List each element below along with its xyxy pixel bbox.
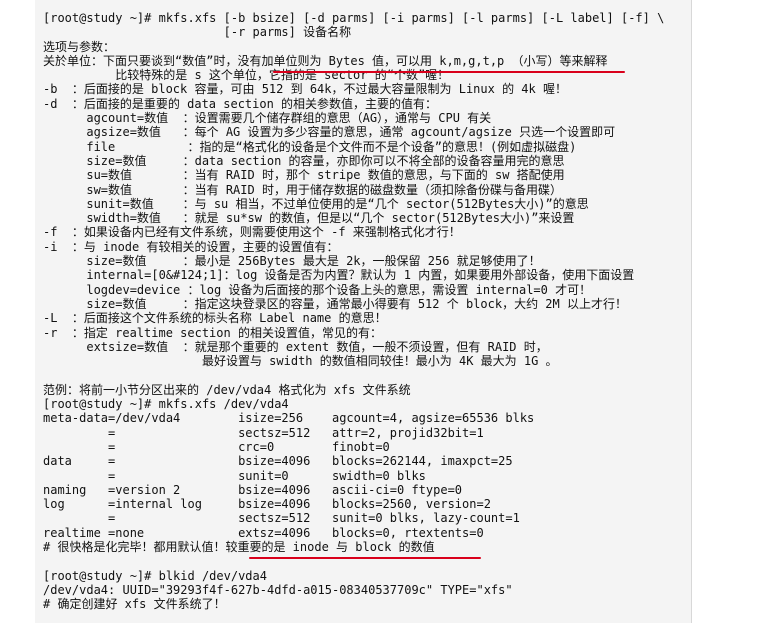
code-line: log =internal log bsize=4096 blocks=2560… [43, 497, 491, 512]
code-line: = sectsz=512 sunit=0 blks, lazy-count=1 [43, 511, 520, 526]
code-line: = sectsz=512 attr=2, projid32bit=1 [43, 425, 484, 440]
code-line: su=数值 ：当有 RAID 时，那个 stripe 数值的意思，与下面的 sw… [43, 168, 565, 183]
code-line: agsize=数值 ：每个 AG 设置为多少容量的意思，通常 agcount/a… [43, 125, 616, 140]
code-line: 最好设置与 swidth 的数值相同较佳！最小为 4K 最大为 1G 。 [43, 354, 558, 369]
code-line: extsize=数值 ：就是那个重要的 extent 数值，一般不须设置，但有 … [43, 339, 548, 354]
code-line: [root@study ~]# blkid /dev/vda4 [43, 568, 267, 583]
code-line: size=数值 ：data section 的容量，亦即你可以不将全部的设备容量… [43, 153, 565, 168]
code-line: -d ：后面接的是重要的 data section 的相关参数值，主要的值有： [43, 96, 438, 111]
code-line: # 很快格是化完毕！都用默认值！较重要的是 inode 与 block 的数值 [43, 539, 435, 554]
code-line: naming =version 2 bsize=4096 ascii-ci=0 … [43, 482, 463, 497]
code-line: internal=[0&#124;1]：log 设备是否为内置？默认为 1 内置… [43, 268, 635, 283]
code-line: [-r parms] 设备名称 [43, 25, 352, 40]
code-line: data = bsize=4096 blocks=262144, imaxpct… [43, 454, 513, 469]
code-line: logdev=device ：log 设备为后面接的那个设备上头的意思，需设置 … [43, 282, 592, 297]
code-line: [root@study ~]# mkfs.xfs [-b bsize] [-d … [43, 11, 665, 25]
code-line: file ：指的是“格式化的设备是个文件而不是个设备”的意思！(例如虚拟磁盘) [43, 139, 577, 154]
code-line: -f ：如果设备内已经有文件系统，则需要使用这个 -f 来强制格式化才行！ [43, 225, 461, 240]
code-line: -b ：后面接的是 block 容量，可由 512 到 64k，不过最大容量限制… [43, 82, 567, 97]
code-line: -i ：与 inode 有较相关的设置，主要的设置值有： [43, 239, 339, 254]
code-line: = sunit=0 swidth=0 blks [43, 468, 426, 483]
code-line: sunit=数值 ：与 su 相当，不过单位使用的是“几个 sector(512… [43, 196, 589, 211]
code-line: -L ：后面接这个文件系统的标头名称 Label name 的意思！ [43, 311, 387, 326]
code-line: swidth=数值 ：就是 su*sw 的数值，但是以“几个 sector(51… [43, 211, 575, 226]
code-line: realtime =none extsz=4096 blocks=0, rtex… [43, 525, 484, 540]
red-underline-summary [249, 557, 481, 559]
code-line: 范例：将前一小节分区出来的 /dev/vda4 格式化为 xfs 文件系统 [43, 382, 411, 397]
code-line: sw=数值 ：当有 RAID 时，用于储存数据的磁盘数量（须扣除备份碟与备用碟） [43, 182, 562, 197]
code-block: [root@study ~]# mkfs.xfs [-b bsize] [-d … [43, 11, 664, 611]
code-line: # 确定创建好 xfs 文件系统了！ [43, 597, 226, 612]
code-line: 选项与参数： [43, 39, 116, 54]
code-line: 关於单位：下面只要谈到“数值”时，没有加单位则为 Bytes 值，可以用 k,m… [43, 53, 608, 68]
code-line: size=数值 ：最小是 256Bytes 最大是 2k，一般保留 256 就足… [43, 254, 541, 269]
code-line: -r ：指定 realtime section 的相关设置值，常见的有： [43, 325, 382, 340]
code-line: /dev/vda4: UUID="39293f4f-627b-4dfd-a015… [43, 582, 513, 597]
code-line: [root@study ~]# mkfs.xfs /dev/vda4 [43, 397, 289, 412]
code-line: size=数值 ：指定这块登录区的容量，通常最小得要有 512 个 block，… [43, 296, 627, 311]
red-underline-units [273, 71, 625, 73]
code-line: = crc=0 finobt=0 [43, 439, 390, 454]
code-line: meta-data=/dev/vda4 isize=256 agcount=4,… [43, 411, 535, 426]
code-line: agcount=数值 ：设置需要几个储存群组的意思（AG），通常与 CPU 有关 [43, 111, 492, 126]
